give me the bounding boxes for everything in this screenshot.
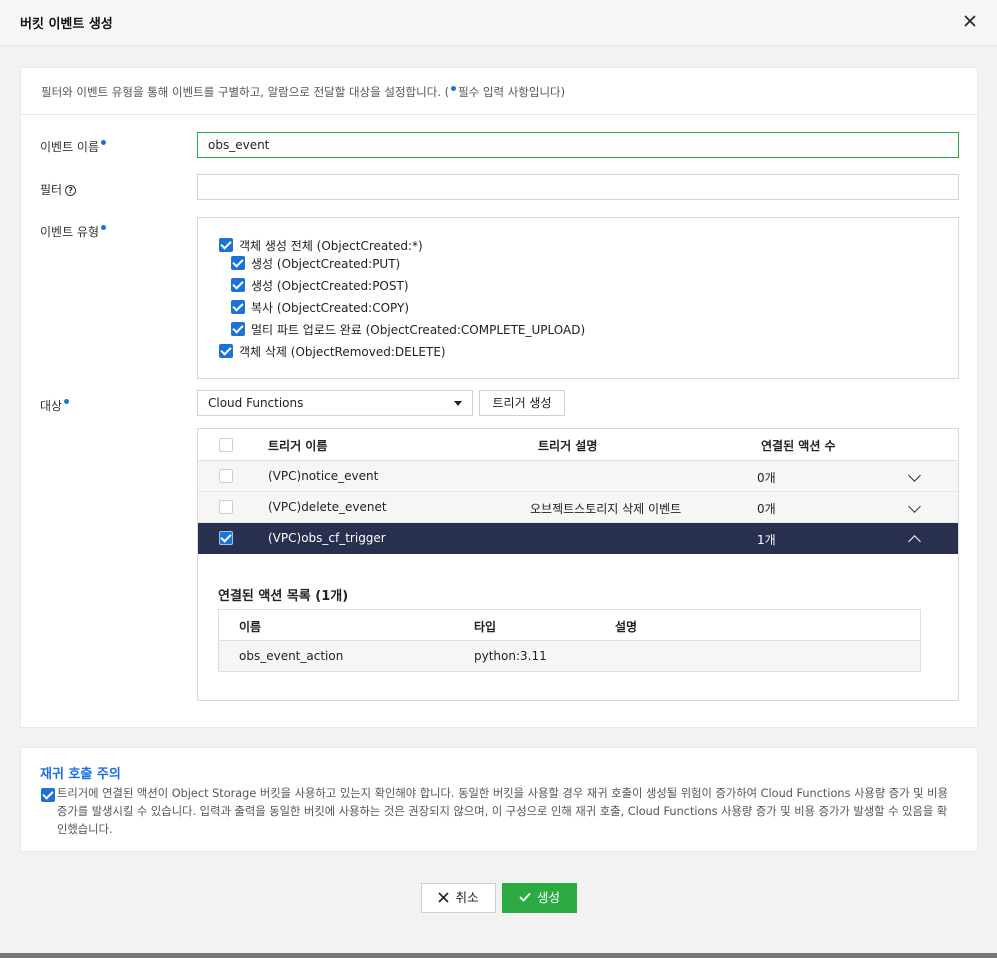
event-type-label-put: 생성 (ObjectCreated:PUT) [251, 257, 401, 271]
warning-title: 재귀 호출 주의 [40, 767, 121, 782]
table-row[interactable]: (VPC)delete_evenet 오브젝트스토리지 삭제 이벤트 0개 [198, 492, 958, 523]
header-action-type: 타입 [474, 620, 497, 634]
header-trigger-name: 트리거 이름 [268, 439, 328, 453]
required-dot-icon [451, 86, 457, 91]
divider [21, 114, 977, 115]
target-select[interactable]: Cloud Functions [197, 390, 473, 416]
header-action-desc: 설명 [615, 620, 638, 634]
filter-input[interactable] [197, 174, 959, 200]
warning-confirm-checkbox[interactable] [41, 788, 55, 802]
cancel-label: 취소 [455, 890, 479, 905]
warning-text: 트리거에 연결된 액션이 Object Storage 버킷을 사용하고 있는지… [57, 787, 948, 836]
checkbox-object-created-all[interactable] [219, 238, 233, 252]
action-count: 0개 [757, 502, 776, 516]
event-type-label-copy: 복사 (ObjectCreated:COPY) [251, 301, 410, 315]
required-dot-icon [101, 225, 107, 230]
table-row-selected[interactable]: (VPC)obs_cf_trigger 1개 [198, 523, 958, 554]
event-name-input[interactable] [197, 132, 959, 158]
trigger-table-header: 트리거 이름 트리거 설명 연결된 액션 수 [198, 429, 958, 461]
filter-label-text: 필터 [40, 183, 63, 197]
header-action-count: 연결된 액션 수 [761, 439, 836, 453]
row-checkbox[interactable] [219, 500, 233, 514]
checkbox-object-created-put[interactable] [231, 256, 245, 270]
checkbox-object-removed-delete[interactable] [219, 344, 233, 358]
close-icon [438, 891, 450, 903]
chevron-down-icon[interactable] [908, 469, 921, 482]
linked-actions-title: 연결된 액션 목록 (1개) [218, 589, 349, 604]
trigger-name: (VPC)notice_event [268, 469, 379, 483]
action-count: 1개 [757, 533, 776, 547]
info-text-suffix: 필수 입력 사항입니다) [458, 85, 566, 99]
check-icon [519, 892, 531, 902]
info-text: 필터와 이벤트 유형을 통해 이벤트를 구별하고, 알람으로 전달할 대상을 설… [41, 84, 565, 100]
recursion-warning-panel: 재귀 호출 주의 트리거에 연결된 액션이 Object Storage 버킷을… [20, 747, 978, 852]
table-row: obs_event_action python:3.11 [219, 641, 920, 671]
filter-label: 필터? [40, 181, 77, 198]
modal-title: 버킷 이벤트 생성 [20, 17, 113, 32]
close-button[interactable] [959, 10, 981, 32]
linked-actions-header: 이름 타입 설명 [219, 610, 920, 641]
table-row[interactable]: (VPC)notice_event 0개 [198, 461, 958, 492]
chevron-up-icon[interactable] [908, 535, 921, 548]
event-type-label-delete: 객체 삭제 (ObjectRemoved:DELETE) [239, 345, 446, 359]
action-name: obs_event_action [239, 649, 344, 663]
event-type-label-object-created-all: 객체 생성 전체 (ObjectCreated:*) [239, 239, 423, 253]
checkbox-object-created-post[interactable] [231, 278, 245, 292]
modal-header: 버킷 이벤트 생성 [0, 0, 997, 46]
target-select-value: Cloud Functions [208, 396, 304, 410]
bottom-bar [0, 953, 997, 958]
target-label: 대상 [40, 397, 71, 414]
select-all-checkbox[interactable] [219, 438, 233, 452]
action-count: 0개 [757, 471, 776, 485]
trigger-name: (VPC)delete_evenet [268, 500, 387, 514]
event-type-label-post: 생성 (ObjectCreated:POST) [251, 279, 409, 293]
event-type-label: 이벤트 유형 [40, 223, 108, 240]
row-checkbox[interactable] [219, 531, 233, 545]
event-name-label: 이벤트 이름 [40, 138, 108, 155]
form-panel: 필터와 이벤트 유형을 통해 이벤트를 구별하고, 알람으로 전달할 대상을 설… [20, 67, 978, 728]
required-dot-icon [64, 399, 70, 404]
event-type-label-text: 이벤트 유형 [40, 225, 100, 239]
trigger-table: 트리거 이름 트리거 설명 연결된 액션 수 (VPC)notice_event… [197, 428, 959, 701]
action-type: python:3.11 [474, 649, 547, 663]
event-type-box: 객체 생성 전체 (ObjectCreated:*) 생성 (ObjectCre… [197, 217, 959, 379]
trigger-create-button[interactable]: 트리거 생성 [479, 390, 565, 416]
create-label: 생성 [536, 890, 560, 905]
required-dot-icon [101, 140, 107, 145]
checkbox-object-created-copy[interactable] [231, 300, 245, 314]
linked-actions-table: 이름 타입 설명 obs_event_action python:3.11 [218, 609, 921, 672]
create-button[interactable]: 생성 [502, 883, 577, 913]
header-trigger-desc: 트리거 설명 [538, 439, 598, 453]
checkbox-object-created-complete-upload[interactable] [231, 322, 245, 336]
target-label-text: 대상 [40, 399, 63, 413]
event-name-label-text: 이벤트 이름 [40, 140, 100, 154]
dropdown-caret-icon [454, 401, 462, 406]
chevron-down-icon[interactable] [908, 500, 921, 513]
cancel-button[interactable]: 취소 [421, 883, 496, 913]
close-icon[interactable] [959, 10, 981, 32]
trigger-desc: 오브젝트스토리지 삭제 이벤트 [530, 502, 682, 516]
event-type-label-complete-upload: 멀티 파트 업로드 완료 (ObjectCreated:COMPLETE_UPL… [251, 323, 586, 337]
help-icon[interactable]: ? [65, 185, 77, 196]
info-text-prefix: 필터와 이벤트 유형을 통해 이벤트를 구별하고, 알람으로 전달할 대상을 설… [41, 85, 450, 99]
header-action-name: 이름 [239, 620, 262, 634]
trigger-name: (VPC)obs_cf_trigger [268, 531, 386, 545]
row-checkbox[interactable] [219, 469, 233, 483]
